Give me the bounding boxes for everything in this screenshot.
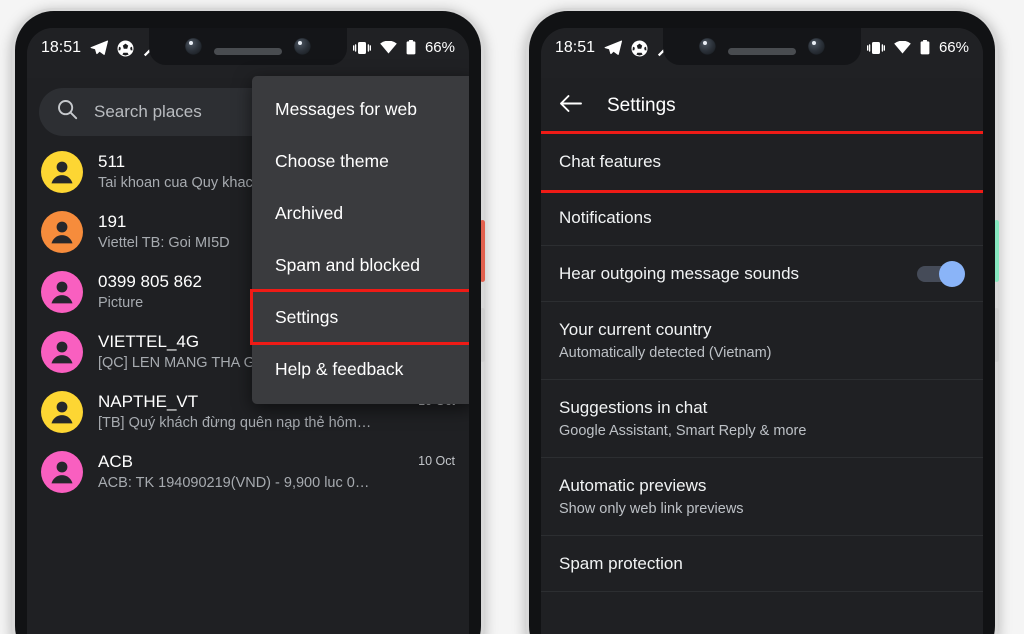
battery-icon xyxy=(920,40,930,55)
settings-row-title: Notifications xyxy=(559,208,652,227)
status-bar-clock-2: 18:51 xyxy=(555,39,596,56)
settings-row-toggle[interactable] xyxy=(917,260,965,287)
settings-row-your-current-country[interactable]: Your current country Automatically detect… xyxy=(541,302,983,380)
avatar xyxy=(41,391,83,433)
settings-row-text: Hear outgoing message sounds xyxy=(559,261,917,286)
right-phone-device: 18:51 66% Settings Chat features Notific… xyxy=(526,8,999,634)
conversation-date: 10 Oct xyxy=(418,454,455,468)
conversation-snippet: [TB] Quý khách đừng quên nạp thẻ hôm… xyxy=(98,415,372,431)
football-icon xyxy=(117,40,134,57)
settings-row-text: Automatic previews Show only web link pre… xyxy=(559,473,965,520)
telegram-icon xyxy=(604,40,623,56)
status-bar-right-left-group: 18:51 xyxy=(541,37,674,57)
settings-row-title: Hear outgoing message sounds xyxy=(559,264,800,283)
right-phone-screen: 18:51 66% Settings Chat features Notific… xyxy=(541,28,983,634)
settings-row-text: Notifications xyxy=(559,205,965,230)
settings-row-suggestions-in-chat[interactable]: Suggestions in chat Google Assistant, Sma… xyxy=(541,380,983,458)
screenshot-stage: 18:51 66% Search places 511 Tai khoan cu… xyxy=(0,0,1024,634)
right-phone-body: 18:51 66% Settings Chat features Notific… xyxy=(529,11,995,634)
settings-row-title: Spam protection xyxy=(559,554,683,573)
menu-item-choose-theme[interactable]: Choose theme xyxy=(252,135,469,187)
wifi-icon xyxy=(894,41,911,54)
settings-row-subtitle: Show only web link previews xyxy=(559,501,744,517)
vibrate-icon xyxy=(866,41,885,55)
conversation-text: ACB ACB: TK 194090219(VND) - 9,900 luc 0… xyxy=(98,451,403,493)
notch-right xyxy=(663,28,861,65)
settings-rows-container[interactable]: Chat features Notifications Hear outgoing … xyxy=(541,131,983,592)
status-bar-right: 18:51 66% xyxy=(541,28,983,78)
menu-item-settings[interactable]: Settings xyxy=(250,289,469,345)
avatar xyxy=(41,451,83,493)
conversation-name: ACB xyxy=(98,452,133,471)
status-bar-left-group: 18:51 xyxy=(27,37,160,57)
overflow-menu[interactable]: Messages for web Choose theme Archived Spam… xyxy=(250,76,469,404)
settings-top-bar: Settings xyxy=(541,78,983,134)
status-bar-clock: 18:51 xyxy=(41,39,82,56)
settings-row-title: Suggestions in chat xyxy=(559,398,708,417)
settings-row-notifications[interactable]: Notifications xyxy=(541,190,983,246)
football-icon xyxy=(631,40,648,57)
notch-left xyxy=(149,28,347,65)
conversation-row[interactable]: ACB ACB: TK 194090219(VND) - 9,900 luc 0…… xyxy=(27,442,469,502)
conversation-snippet: ACB: TK 194090219(VND) - 9,900 luc 0… xyxy=(98,475,370,491)
menu-item-spam-and-blocked[interactable]: Spam and blocked xyxy=(252,239,469,291)
left-phone-body: 18:51 66% Search places 511 Tai khoan cu… xyxy=(15,11,481,634)
avatar xyxy=(41,331,83,373)
status-bar-left: 18:51 66% xyxy=(27,28,469,78)
settings-row-hear-outgoing-message-sounds[interactable]: Hear outgoing message sounds xyxy=(541,246,983,302)
menu-item-archived[interactable]: Archived xyxy=(252,187,469,239)
status-bar-right-right-group: 66% xyxy=(866,37,983,56)
settings-row-subtitle: Automatically detected (Vietnam) xyxy=(559,345,772,361)
earpiece-speaker xyxy=(214,48,282,55)
left-phone-screen: 18:51 66% Search places 511 Tai khoan cu… xyxy=(27,28,469,634)
battery-icon xyxy=(406,40,416,55)
menu-item-help-feedback[interactable]: Help & feedback xyxy=(252,343,469,395)
avatar xyxy=(41,271,83,313)
front-camera-2-icon xyxy=(294,38,311,55)
avatar xyxy=(41,151,83,193)
arrow-back-icon[interactable] xyxy=(559,94,582,118)
toggle-thumb xyxy=(939,260,965,287)
left-phone-device: 18:51 66% Search places 511 Tai khoan cu… xyxy=(12,8,485,634)
settings-row-chat-features[interactable]: Chat features xyxy=(541,131,983,193)
settings-row-text: Suggestions in chat Google Assistant, Sma… xyxy=(559,395,965,442)
settings-row-text: Chat features xyxy=(559,149,965,174)
earpiece-speaker xyxy=(728,48,796,55)
settings-row-text: Your current country Automatically detect… xyxy=(559,317,965,364)
settings-row-text: Spam protection xyxy=(559,551,965,576)
settings-row-title: Chat features xyxy=(559,152,662,171)
settings-row-subtitle: Google Assistant, Smart Reply & more xyxy=(559,423,807,439)
front-camera-1-icon xyxy=(185,38,202,55)
search-input[interactable]: Search places xyxy=(94,102,202,122)
avatar xyxy=(41,211,83,253)
page-title: Settings xyxy=(607,95,676,116)
vibrate-icon xyxy=(352,41,371,55)
battery-percent-label: 66% xyxy=(424,39,455,56)
settings-row-automatic-previews[interactable]: Automatic previews Show only web link pre… xyxy=(541,458,983,536)
battery-percent-label-2: 66% xyxy=(938,39,969,56)
settings-row-title: Your current country xyxy=(559,320,712,339)
menu-item-messages-for-web[interactable]: Messages for web xyxy=(252,83,469,135)
front-camera-1-icon xyxy=(699,38,716,55)
settings-row-spam-protection[interactable]: Spam protection xyxy=(541,536,983,592)
settings-row-title: Automatic previews xyxy=(559,476,707,495)
wifi-icon xyxy=(380,41,397,54)
front-camera-2-icon xyxy=(808,38,825,55)
status-bar-right-group: 66% xyxy=(352,37,469,56)
search-icon xyxy=(57,99,78,125)
telegram-icon xyxy=(90,40,109,56)
